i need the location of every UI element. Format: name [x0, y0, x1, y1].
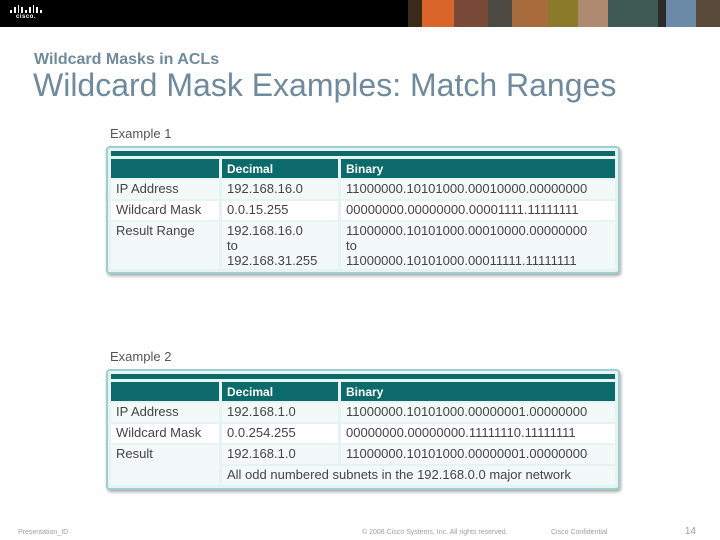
header-cell-decimal: Decimal — [222, 159, 338, 178]
table-row: Wildcard Mask 0.0.254.255 00000000.00000… — [111, 424, 615, 443]
binary-cell: 11000000.10101000.00000001.00000000 — [341, 403, 615, 422]
example-1-label: Example 1 — [110, 126, 172, 141]
range-end: 192.168.31.255 — [227, 253, 318, 268]
decimal-cell: 0.0.254.255 — [222, 424, 338, 443]
row-label: IP Address — [111, 180, 219, 199]
table-row: Wildcard Mask 0.0.15.255 00000000.000000… — [111, 201, 615, 220]
header-cell-label — [111, 159, 219, 178]
cisco-wordmark: cisco. — [15, 14, 36, 20]
header-cell-decimal: Decimal — [222, 382, 338, 401]
decimal-cell: 192.168.16.0 — [222, 180, 338, 199]
result-note: All odd numbered subnets in the 192.168.… — [222, 466, 615, 485]
table-row: IP Address 192.168.1.0 11000000.10101000… — [111, 403, 615, 422]
decimal-cell: 192.168.16.0 to 192.168.31.255 — [222, 222, 338, 269]
header-cell-binary: Binary — [341, 382, 615, 401]
top-banner: cisco. — [0, 0, 720, 27]
row-label: IP Address — [111, 403, 219, 422]
binary-cell: 11000000.10101000.00000001.00000000 — [341, 445, 615, 464]
table-row: Result 192.168.1.0 11000000.10101000.000… — [111, 445, 615, 485]
binary-cell: 00000000.00000000.11111110.11111111 — [341, 424, 615, 443]
decimal-cell: 0.0.15.255 — [222, 201, 338, 220]
footer-presentation-id: Presentation_ID — [18, 529, 69, 536]
slide-title: Wildcard Mask Examples: Match Ranges — [33, 67, 617, 103]
cisco-bars-icon — [9, 5, 43, 13]
cisco-logo: cisco. — [9, 5, 43, 23]
range-start: 192.168.16.0 — [227, 223, 303, 238]
table-row: Result Range 192.168.16.0 to 192.168.31.… — [111, 222, 615, 269]
row-label: Wildcard Mask — [111, 201, 219, 220]
range-end: 11000000.10101000.00011111.11111111 — [346, 253, 577, 268]
binary-cell: 11000000.10101000.00010000.00000000 — [341, 180, 615, 199]
table-header-row: Decimal Binary — [111, 382, 615, 401]
table-top-stripe — [111, 151, 615, 156]
table-header-row: Decimal Binary — [111, 159, 615, 178]
table-row: IP Address 192.168.16.0 11000000.1010100… — [111, 180, 615, 199]
table-top-stripe — [111, 374, 615, 379]
decimal-cell: 192.168.1.0 — [222, 403, 338, 422]
range-start: 11000000.10101000.00010000.00000000 — [346, 223, 588, 238]
binary-cell: 00000000.00000000.00001111.11111111 — [341, 201, 615, 220]
binary-cell: 11000000.10101000.00010000.00000000 to 1… — [341, 222, 615, 269]
row-label: Result — [111, 445, 219, 485]
example-1-table: Decimal Binary IP Address 192.168.16.0 1… — [106, 146, 620, 274]
range-to: to — [227, 238, 238, 253]
example-2-label: Example 2 — [110, 349, 172, 364]
page-number: 14 — [684, 526, 696, 537]
header-cell-label — [111, 382, 219, 401]
row-label: Result Range — [111, 222, 219, 269]
row-label: Wildcard Mask — [111, 424, 219, 443]
example-2-table: Decimal Binary IP Address 192.168.1.0 11… — [106, 369, 620, 490]
header-cell-binary: Binary — [341, 159, 615, 178]
footer-confidential: Cisco Confidential — [551, 529, 608, 536]
banner-photo-strip — [408, 0, 720, 27]
footer-copyright: © 2008 Cisco Systems, Inc. All rights re… — [362, 529, 508, 536]
range-to: to — [346, 238, 357, 253]
decimal-cell: 192.168.1.0 — [222, 445, 338, 464]
